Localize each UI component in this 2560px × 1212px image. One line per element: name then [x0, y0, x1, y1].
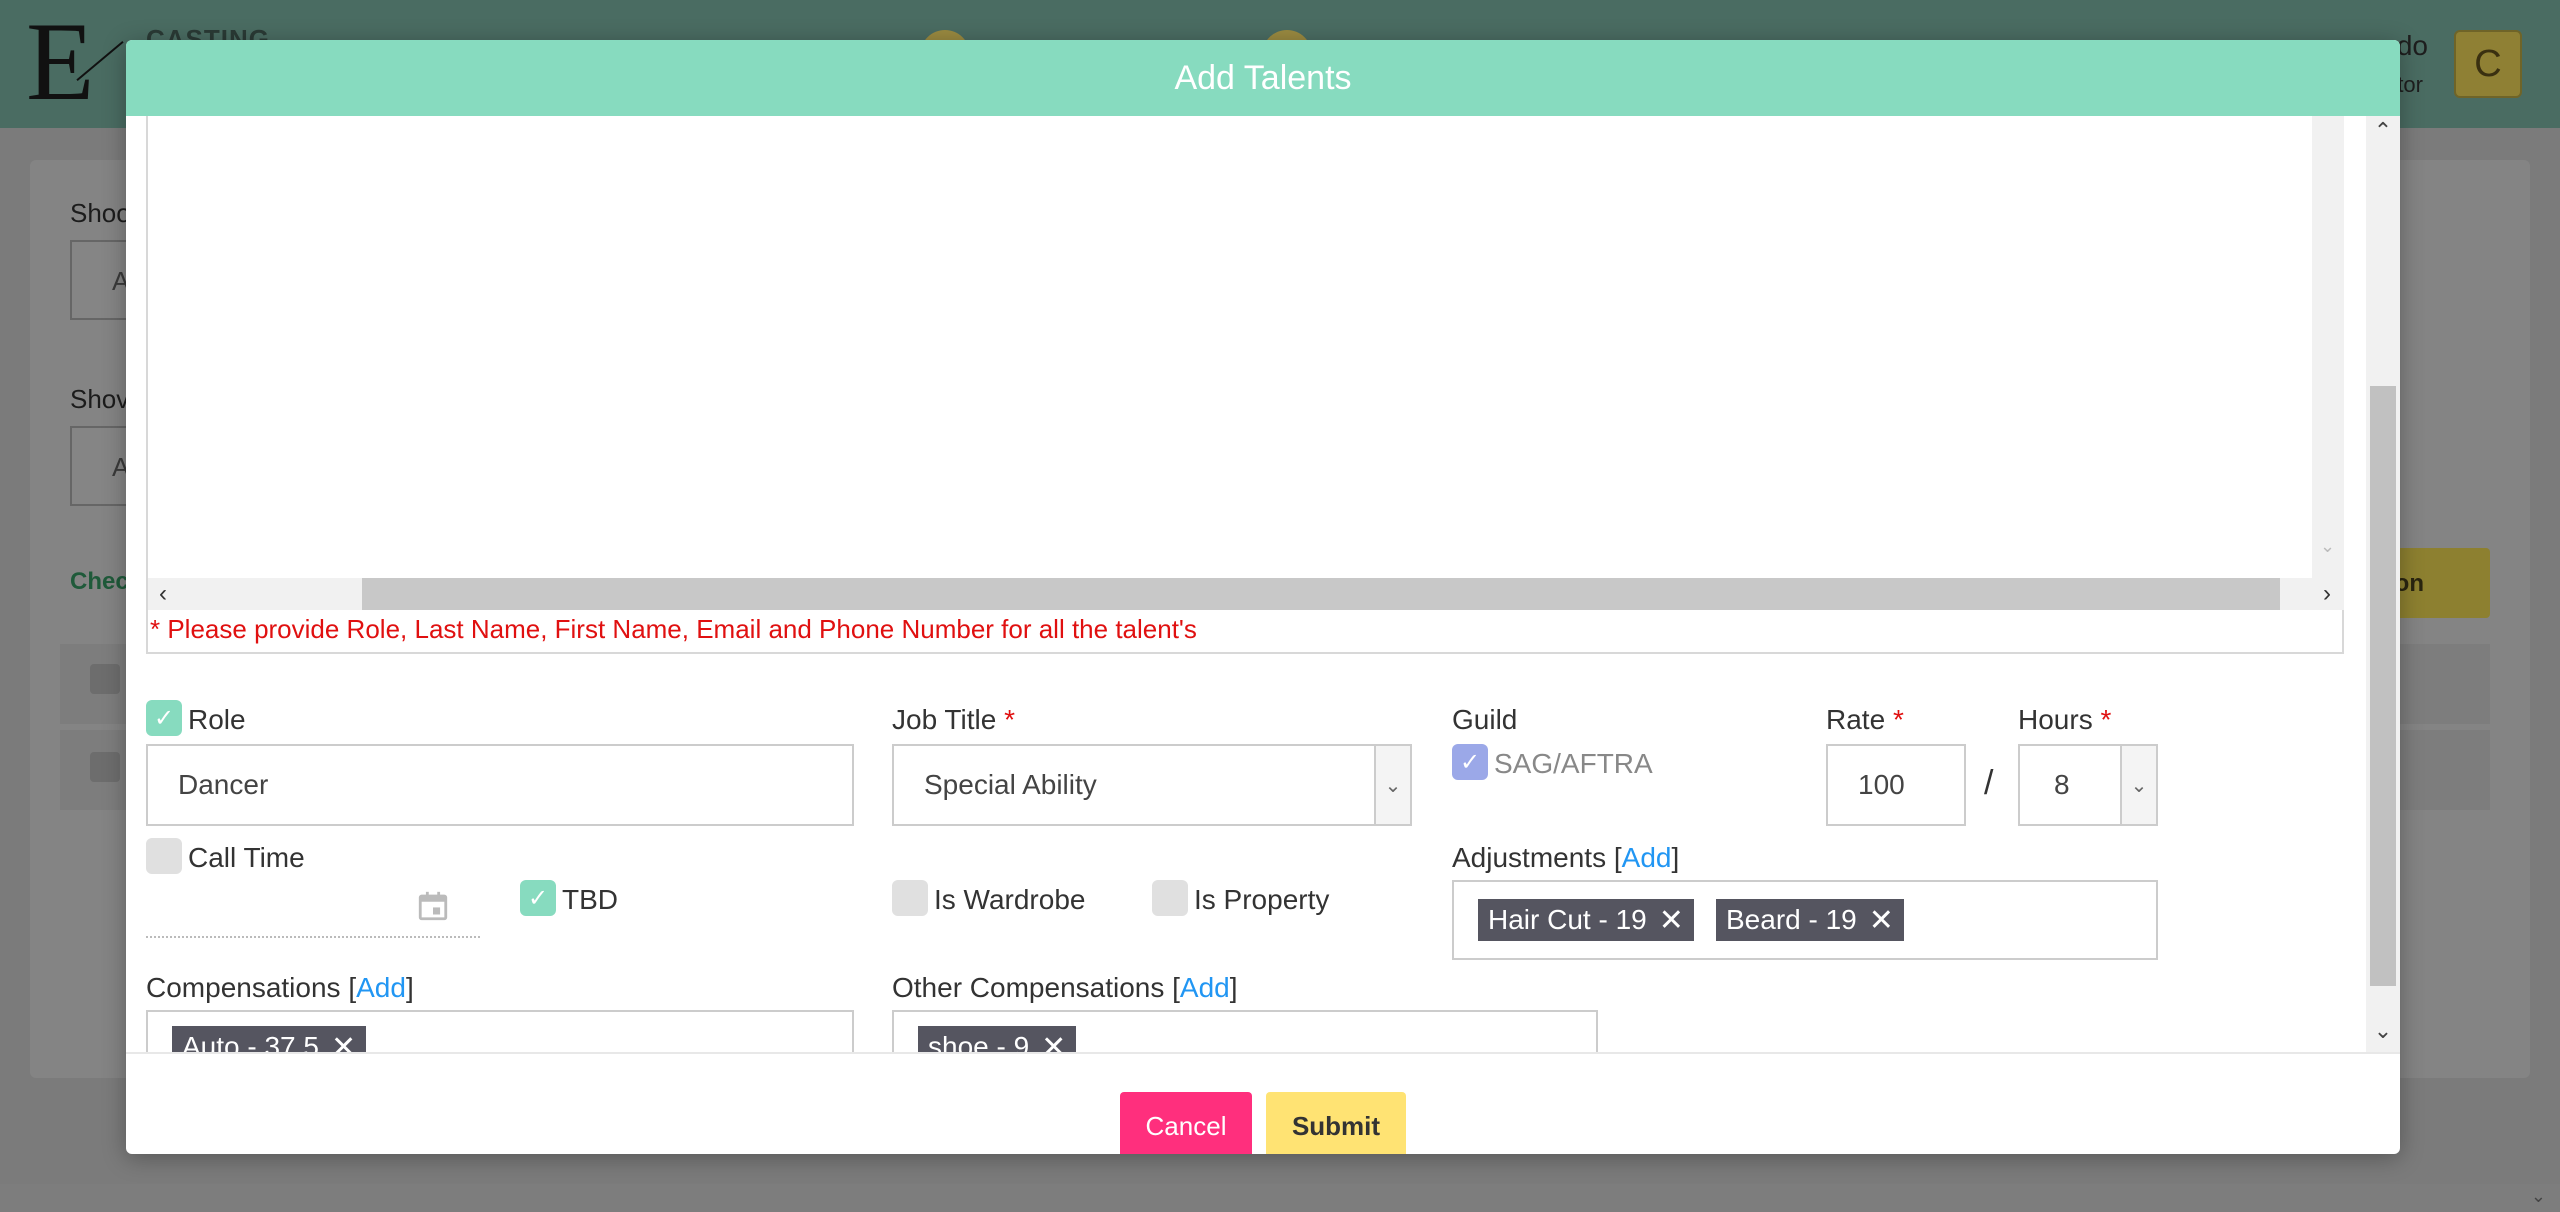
tag-label: Beard - 19: [1726, 904, 1857, 935]
chevron-down-icon[interactable]: ⌄: [2531, 1186, 2546, 1207]
tag: Auto - 37.5 ✕: [172, 1026, 367, 1053]
adjustments-tags[interactable]: Hair Cut - 19 ✕ Beard - 19 ✕: [1452, 880, 2158, 960]
hours-label: Hours *: [2018, 704, 2112, 735]
talent-grid-canvas[interactable]: [148, 118, 2312, 578]
tbd-checkbox[interactable]: ✓: [520, 880, 556, 916]
hours-value: 8: [2054, 769, 2070, 800]
modal-header: Add Talents: [126, 40, 2400, 116]
chevron-left-icon[interactable]: ‹: [148, 578, 178, 610]
close-icon[interactable]: ✕: [1659, 903, 1684, 938]
call-time-input[interactable]: [146, 936, 480, 938]
row-checkbox[interactable]: [90, 752, 120, 782]
chevron-right-icon[interactable]: ›: [2312, 578, 2342, 610]
modal-scroll-thumb[interactable]: [2370, 386, 2396, 986]
job-title-label: Job Title *: [892, 704, 1015, 735]
close-icon[interactable]: ✕: [1869, 903, 1894, 938]
close-icon[interactable]: ✕: [1041, 1030, 1066, 1053]
close-icon[interactable]: ✕: [331, 1030, 356, 1053]
chevron-down-icon[interactable]: ⌄: [1374, 746, 1410, 824]
rate-separator: /: [1984, 764, 1994, 802]
job-title-value: Special Ability: [924, 769, 1097, 800]
compensations-tags[interactable]: Auto - 37.5 ✕: [146, 1010, 854, 1052]
role-input[interactable]: Dancer: [146, 744, 854, 826]
shoot-label: Shoo: [70, 198, 131, 228]
user-name: do: [2396, 30, 2428, 61]
talent-grid: ⌄ ‹ › * Please provide Role, Last Name, …: [146, 116, 2344, 654]
tag: shoe - 9 ✕: [918, 1026, 1077, 1053]
grid-scroll-thumb[interactable]: [362, 578, 2280, 610]
calendar-icon[interactable]: [416, 888, 450, 924]
cancel-button[interactable]: Cancel: [1120, 1092, 1252, 1154]
role-checkbox[interactable]: ✓: [146, 700, 182, 736]
chevron-down-icon[interactable]: ⌄: [2320, 536, 2335, 557]
show-label: Shov: [70, 384, 130, 414]
is-property-label: Is Property: [1194, 884, 1330, 915]
compensations-label: Compensations [Add]: [146, 972, 414, 1003]
chevron-down-icon[interactable]: ⌄: [2366, 1016, 2400, 1046]
other-compensations-add-link[interactable]: Add: [1180, 972, 1230, 1003]
user-role: tor: [2397, 72, 2423, 97]
grid-horizontal-scrollbar[interactable]: ‹ ›: [148, 578, 2344, 610]
tag: Hair Cut - 19 ✕: [1478, 899, 1694, 941]
sag-aftra-label: SAG/AFTRA: [1494, 748, 1653, 779]
role-label: Role: [188, 704, 246, 735]
adjustments-add-link[interactable]: Add: [1622, 842, 1672, 873]
check-label: Chec: [70, 568, 129, 595]
compensations-add-link[interactable]: Add: [356, 972, 406, 1003]
tag-label: shoe - 9: [928, 1031, 1030, 1052]
rate-input[interactable]: 100: [1826, 744, 1966, 826]
row-checkbox[interactable]: [90, 664, 120, 694]
modal-body: ⌄ ‹ › * Please provide Role, Last Name, …: [126, 116, 2400, 1052]
other-compensations-label: Other Compensations [Add]: [892, 972, 1238, 1003]
modal-vertical-scrollbar[interactable]: ⌃ ⌄: [2366, 116, 2400, 1052]
validation-warning: * Please provide Role, Last Name, First …: [150, 614, 1197, 644]
submit-button[interactable]: Submit: [1266, 1092, 1406, 1154]
chevron-up-icon[interactable]: ⌃: [2366, 116, 2400, 146]
adjustments-label: Adjustments [Add]: [1452, 842, 1680, 873]
guild-label: Guild: [1452, 704, 1518, 735]
call-time-label: Call Time: [188, 842, 305, 873]
is-wardrobe-label: Is Wardrobe: [934, 884, 1086, 915]
job-title-select[interactable]: Special Ability ⌄: [892, 744, 1412, 826]
call-time-checkbox[interactable]: [146, 838, 182, 874]
logo-letter: E: [26, 0, 95, 124]
add-talents-modal: Add Talents ⌄ ‹ › * Please provide Role,…: [126, 40, 2400, 1154]
hours-select[interactable]: 8 ⌄: [2018, 744, 2158, 826]
grid-vertical-scrollbar[interactable]: ⌄: [2312, 116, 2344, 578]
app-footer: [0, 1184, 2560, 1212]
modal-footer: Cancel Submit: [126, 1052, 2400, 1154]
sag-aftra-checkbox[interactable]: ✓: [1452, 744, 1488, 780]
tbd-label: TBD: [562, 884, 618, 915]
is-wardrobe-checkbox[interactable]: [892, 880, 928, 916]
tag: Beard - 19 ✕: [1716, 899, 1904, 941]
other-compensations-tags[interactable]: shoe - 9 ✕: [892, 1010, 1598, 1052]
rate-label: Rate *: [1826, 704, 1904, 735]
is-property-checkbox[interactable]: [1152, 880, 1188, 916]
chevron-down-icon[interactable]: ⌄: [2120, 746, 2156, 824]
tag-label: Hair Cut - 19: [1488, 904, 1647, 935]
tag-label: Auto - 37.5: [182, 1031, 319, 1052]
avatar[interactable]: C: [2454, 30, 2522, 98]
modal-title: Add Talents: [1174, 58, 1352, 97]
